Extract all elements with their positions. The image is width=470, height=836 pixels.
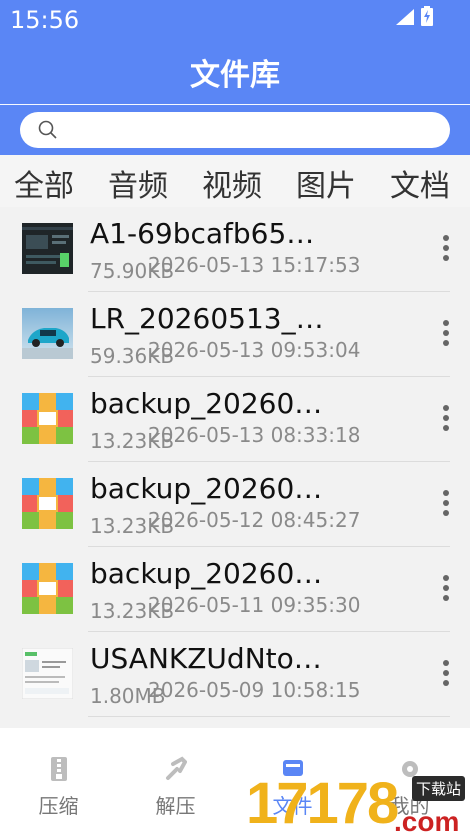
file-name: LR_20260513_…: [90, 302, 324, 335]
file-date: 2026-05-09 10:58:15: [148, 678, 361, 702]
file-date: 2026-05-11 09:35:30: [148, 593, 361, 617]
watermark-tag: 下载站: [412, 776, 466, 801]
archive-icon: [22, 478, 73, 529]
more-options-icon[interactable]: [438, 405, 454, 437]
file-row[interactable]: backup_20260… 13.23KB 2026-05-11 09:35:3…: [0, 547, 470, 632]
status-bar: 15:56: [0, 0, 470, 42]
unzip-icon: [166, 756, 187, 780]
watermark-suffix: .com: [394, 806, 460, 836]
row-divider: [88, 716, 450, 717]
more-options-icon[interactable]: [438, 235, 454, 267]
file-date: 2026-05-13 09:53:04: [148, 338, 361, 362]
file-name: backup_20260…: [90, 557, 323, 590]
document-thumbnail: [22, 648, 73, 699]
file-date: 2026-05-12 08:45:27: [148, 508, 361, 532]
nav-compress[interactable]: 压缩: [0, 728, 117, 836]
screenshot-thumbnail: [22, 223, 73, 274]
battery-icon: [421, 6, 433, 26]
nav-label: 压缩: [38, 794, 79, 818]
file-name: USANKZUdNto…: [90, 642, 322, 675]
more-options-icon[interactable]: [438, 490, 454, 522]
page-title: 文件库: [190, 58, 280, 93]
file-row[interactable]: A1-69bcafb65… 75.90KB 2026-05-13 15:17:5…: [0, 207, 470, 292]
signal-icon: [396, 9, 414, 25]
archive-icon: [22, 563, 73, 614]
file-row[interactable]: backup_20260… 13.23KB 2026-05-12 08:45:2…: [0, 462, 470, 547]
tab-documents[interactable]: 文档: [390, 161, 450, 205]
file-date: 2026-05-13 08:33:18: [148, 423, 361, 447]
nav-unzip[interactable]: 解压: [117, 728, 234, 836]
search-input[interactable]: [70, 116, 430, 144]
car-photo-thumbnail: [22, 308, 73, 359]
tab-all[interactable]: 全部: [14, 161, 74, 205]
tab-video[interactable]: 视频: [202, 161, 262, 205]
more-options-icon[interactable]: [438, 575, 454, 607]
file-name: backup_20260…: [90, 387, 323, 420]
file-name: backup_20260…: [90, 472, 323, 505]
status-time: 15:56: [10, 6, 80, 34]
file-row[interactable]: USANKZUdNto… 1.80MB 2026-05-09 10:58:15: [0, 632, 470, 717]
nav-label: 解压: [155, 794, 196, 818]
watermark-number: 17178: [246, 771, 399, 836]
search-icon: [38, 120, 57, 139]
more-options-icon[interactable]: [438, 660, 454, 692]
tab-images[interactable]: 图片: [296, 161, 356, 205]
archive-icon: [22, 393, 73, 444]
file-row[interactable]: backup_20260… 13.23KB 2026-05-13 08:33:1…: [0, 377, 470, 462]
watermark: 17178 下载站 .com: [244, 762, 470, 836]
header-divider: [0, 104, 470, 105]
more-options-icon[interactable]: [438, 320, 454, 352]
search-bar[interactable]: [20, 112, 450, 148]
file-row[interactable]: LR_20260513_… 59.36KB 2026-05-13 09:53:0…: [0, 292, 470, 377]
tab-audio[interactable]: 音频: [108, 161, 168, 205]
file-name: A1-69bcafb65…: [90, 217, 315, 250]
compress-icon: [51, 757, 67, 781]
file-date: 2026-05-13 15:17:53: [148, 253, 361, 277]
category-tabs: 全部 音频 视频 图片 文档: [0, 155, 470, 207]
